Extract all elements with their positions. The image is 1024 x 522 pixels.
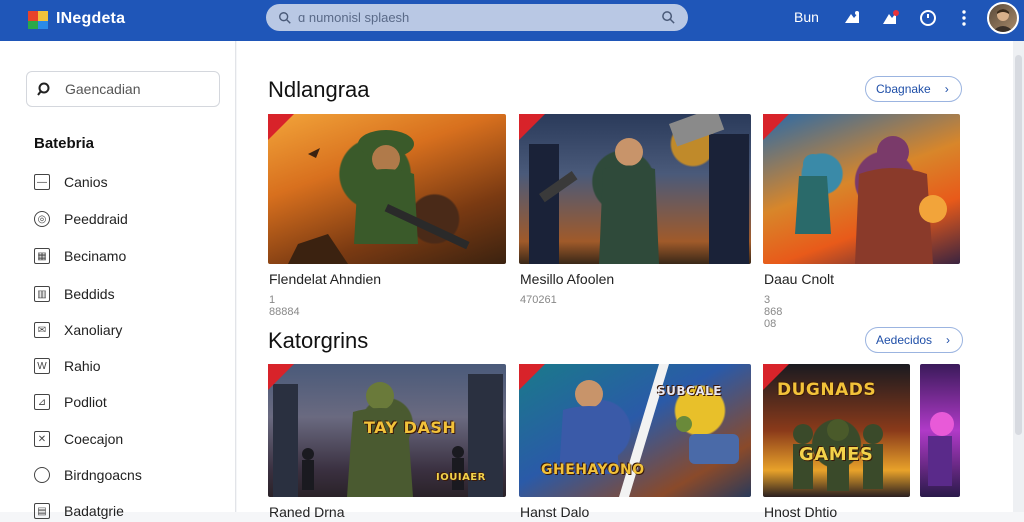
- featured-ribbon: [763, 114, 789, 140]
- section-title: Ndlangraa: [268, 77, 370, 102]
- avatar[interactable]: [987, 2, 1019, 34]
- sidebar-item-label: Rahio: [64, 358, 101, 374]
- main-content: Ndlangraa Cbagnake › Flendelat Ahndien 1…: [237, 41, 1013, 520]
- grid-icon: ▦: [34, 248, 50, 264]
- sidebar-item[interactable]: ▤ Badatgrie: [34, 500, 124, 522]
- sidebar-heading: Batebria: [34, 135, 95, 152]
- trophy-icon[interactable]: [842, 8, 862, 28]
- game-title[interactable]: Daau Cnolt: [764, 271, 834, 287]
- search-submit-icon[interactable]: [661, 10, 676, 25]
- game-artwork-icon: [529, 114, 749, 264]
- game-title[interactable]: Hnost Dhtio: [764, 504, 837, 520]
- circle-icon: [34, 467, 50, 483]
- more-vertical-icon[interactable]: [954, 8, 974, 28]
- search-input[interactable]: ɑ numonisl splaesh: [298, 10, 661, 25]
- sidebar-item[interactable]: Birdngoacns: [34, 464, 142, 486]
- avatar-portrait-icon: [992, 9, 1014, 32]
- featured-ribbon: [519, 364, 545, 390]
- sidebar-item-label: Canios: [64, 174, 108, 190]
- featured-ribbon: [268, 114, 294, 140]
- game-art-title: TAY DASH: [364, 418, 457, 437]
- search-icon: [37, 82, 50, 96]
- featured-ribbon: [763, 364, 789, 390]
- game-art-title: DUGNADS: [777, 380, 877, 400]
- game-title[interactable]: Mesillo Afoolen: [520, 271, 614, 287]
- see-more-label: Cbagnake: [876, 82, 931, 96]
- game-title[interactable]: Raned Drna: [269, 504, 345, 520]
- top-bar: INegdeta ɑ numonisl splaesh Bun: [0, 0, 1024, 41]
- game-thumbnail[interactable]: [268, 114, 506, 264]
- game-artwork-icon: [795, 136, 947, 264]
- sidebar-item-label: Podliot: [64, 394, 107, 410]
- sidebar-item-label: Coecajon: [64, 431, 124, 447]
- search-bar[interactable]: ɑ numonisl splaesh: [266, 4, 688, 31]
- see-more-label: Aedecidos: [876, 333, 933, 347]
- sidebar-search[interactable]: Gaencadian: [26, 71, 220, 107]
- flag-icon: ⊿: [34, 394, 50, 410]
- game-art-title: GHEHAYONO: [541, 462, 645, 478]
- user-menu-button[interactable]: Bun: [794, 9, 819, 25]
- sidebar-item-label: Peeddraid: [64, 211, 128, 227]
- chart-icon: ▥: [34, 286, 50, 302]
- game-meta: 3 868 08: [764, 294, 783, 330]
- game-thumbnail[interactable]: SUBCALE GHEHAYONO: [519, 364, 751, 497]
- scrollbar[interactable]: [1013, 41, 1024, 512]
- envelope-icon: ✉: [34, 322, 50, 338]
- game-thumbnail[interactable]: TAY DASH IOUIAER: [268, 364, 506, 497]
- tag-icon: —: [34, 174, 50, 190]
- sidebar: Gaencadian Batebria — Canios ◎ Peeddraid…: [0, 41, 236, 519]
- game-art-subtitle: GAMES: [799, 444, 874, 465]
- game-artwork-icon: [288, 130, 470, 264]
- see-more-button[interactable]: Aedecidos ›: [865, 327, 964, 353]
- sidebar-item-label: Badatgrie: [64, 503, 124, 519]
- game-title[interactable]: Flendelat Ahndien: [269, 271, 381, 287]
- section-title: Katorgrins: [268, 328, 369, 353]
- game-thumbnail[interactable]: [519, 114, 751, 264]
- sidebar-item[interactable]: ▥ Beddids: [34, 283, 115, 305]
- game-art-subtitle: IOUIAER: [436, 472, 486, 483]
- game-meta: 470261: [520, 294, 557, 306]
- calendar-icon: ✕: [34, 431, 50, 447]
- sidebar-item-label: Xanoliary: [64, 322, 123, 338]
- brand-name[interactable]: INegdeta: [56, 10, 125, 28]
- search-icon: [279, 11, 291, 24]
- brand-logo-icon[interactable]: [26, 7, 50, 31]
- chevron-right-icon: ›: [946, 333, 951, 347]
- game-thumbnail[interactable]: [920, 364, 960, 497]
- game-art-subtitle: SUBCALE: [657, 384, 722, 398]
- game-meta: 1 88884: [269, 294, 300, 318]
- see-more-button[interactable]: Cbagnake ›: [865, 76, 962, 102]
- radio-icon: W: [34, 358, 50, 374]
- sidebar-item[interactable]: W Rahio: [34, 355, 101, 377]
- chevron-right-icon: ›: [944, 82, 949, 96]
- sidebar-item-label: Beddids: [64, 286, 115, 302]
- notification-icon[interactable]: [880, 8, 900, 28]
- sidebar-item-label: Becinamo: [64, 248, 127, 264]
- sidebar-item[interactable]: ✕ Coecajon: [34, 428, 123, 450]
- sidebar-item[interactable]: ▦ Becinamo: [34, 245, 126, 267]
- clock-icon[interactable]: [918, 8, 938, 28]
- game-thumbnail[interactable]: [763, 114, 960, 264]
- sidebar-item[interactable]: ✉ Xanoliary: [34, 319, 122, 341]
- sidebar-item[interactable]: ⊿ Podliot: [34, 391, 107, 413]
- game-title[interactable]: Hanst Dalo: [520, 504, 589, 520]
- game-artwork-icon: [928, 412, 954, 486]
- sidebar-item[interactable]: — Canios: [34, 171, 108, 193]
- sidebar-search-input[interactable]: Gaencadian: [65, 81, 141, 97]
- folder-icon: ▤: [34, 503, 50, 519]
- featured-ribbon: [268, 364, 294, 390]
- scrollbar-thumb[interactable]: [1015, 55, 1022, 435]
- featured-ribbon: [519, 114, 545, 140]
- sidebar-item[interactable]: ◎ Peeddraid: [34, 208, 128, 230]
- sidebar-item-label: Birdngoacns: [64, 467, 142, 483]
- globe-icon: ◎: [34, 211, 50, 227]
